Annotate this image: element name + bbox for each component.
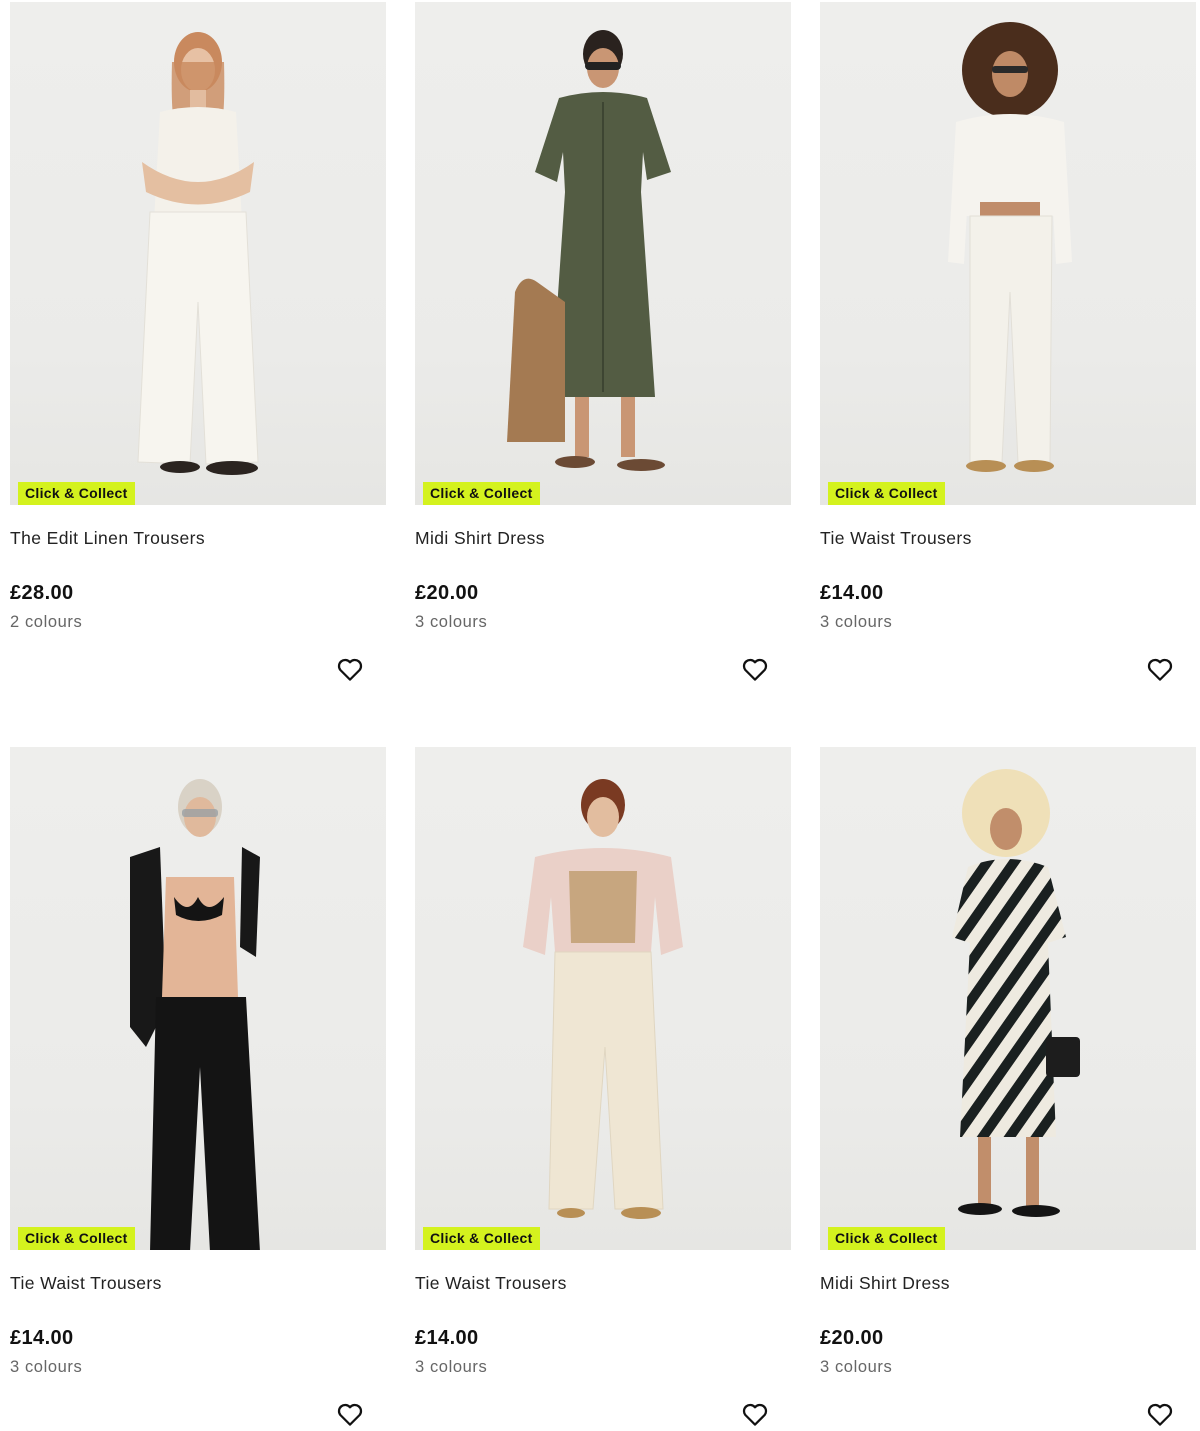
product-card[interactable]: Click & Collect Midi Shirt Dress £20.00 … bbox=[820, 747, 1196, 1426]
product-price: £28.00 bbox=[10, 582, 74, 604]
product-image[interactable]: Click & Collect bbox=[10, 2, 386, 505]
model-illustration bbox=[507, 30, 671, 471]
product-card[interactable]: Click & Collect Tie Waist Trousers £14.0… bbox=[415, 747, 791, 1426]
product-price: £14.00 bbox=[10, 1327, 74, 1349]
product-image[interactable]: Click & Collect bbox=[820, 747, 1196, 1250]
product-name[interactable]: Tie Waist Trousers bbox=[10, 1273, 162, 1294]
product-price: £14.00 bbox=[415, 1327, 479, 1349]
product-card[interactable]: Click & Collect Tie Waist Trousers £14.0… bbox=[820, 2, 1196, 681]
product-colours[interactable]: 3 colours bbox=[415, 613, 487, 632]
model-illustration bbox=[523, 779, 683, 1219]
product-colours[interactable]: 3 colours bbox=[10, 1358, 82, 1377]
heart-outline-icon bbox=[742, 1403, 768, 1426]
product-image[interactable]: Click & Collect bbox=[10, 747, 386, 1250]
product-price: £14.00 bbox=[820, 582, 884, 604]
click-collect-badge: Click & Collect bbox=[18, 1227, 135, 1250]
product-price: £20.00 bbox=[820, 1327, 884, 1349]
product-name[interactable]: The Edit Linen Trousers bbox=[10, 528, 205, 549]
wishlist-button[interactable] bbox=[738, 1397, 772, 1431]
product-name[interactable]: Tie Waist Trousers bbox=[415, 1273, 567, 1294]
click-collect-badge: Click & Collect bbox=[828, 1227, 945, 1250]
model-illustration bbox=[948, 22, 1072, 472]
click-collect-badge: Click & Collect bbox=[423, 482, 540, 505]
product-card[interactable]: Click & Collect Tie Waist Trousers £14.0… bbox=[10, 747, 386, 1426]
heart-outline-icon bbox=[1147, 658, 1173, 681]
model-illustration bbox=[137, 32, 259, 475]
product-colours[interactable]: 3 colours bbox=[820, 613, 892, 632]
click-collect-badge: Click & Collect bbox=[423, 1227, 540, 1250]
product-colours[interactable]: 2 colours bbox=[10, 613, 82, 632]
product-image[interactable]: Click & Collect bbox=[415, 2, 791, 505]
wishlist-button[interactable] bbox=[333, 1397, 367, 1431]
heart-outline-icon bbox=[1147, 1403, 1173, 1426]
heart-outline-icon bbox=[742, 658, 768, 681]
click-collect-badge: Click & Collect bbox=[18, 482, 135, 505]
heart-outline-icon bbox=[337, 1403, 363, 1426]
wishlist-button[interactable] bbox=[1143, 652, 1177, 686]
product-price: £20.00 bbox=[415, 582, 479, 604]
product-card[interactable]: Click & Collect The Edit Linen Trousers … bbox=[10, 2, 386, 681]
product-colours[interactable]: 3 colours bbox=[415, 1358, 487, 1377]
product-grid: Click & Collect The Edit Linen Trousers … bbox=[0, 0, 1200, 1429]
product-name[interactable]: Tie Waist Trousers bbox=[820, 528, 972, 549]
model-illustration bbox=[952, 769, 1080, 1217]
wishlist-button[interactable] bbox=[1143, 1397, 1177, 1431]
product-image[interactable]: Click & Collect bbox=[415, 747, 791, 1250]
wishlist-button[interactable] bbox=[738, 652, 772, 686]
product-colours[interactable]: 3 colours bbox=[820, 1358, 892, 1377]
product-image[interactable]: Click & Collect bbox=[820, 2, 1196, 505]
click-collect-badge: Click & Collect bbox=[828, 482, 945, 505]
product-card[interactable]: Click & Collect Midi Shirt Dress £20.00 … bbox=[415, 2, 791, 681]
product-name[interactable]: Midi Shirt Dress bbox=[415, 528, 545, 549]
wishlist-button[interactable] bbox=[333, 652, 367, 686]
product-name[interactable]: Midi Shirt Dress bbox=[820, 1273, 950, 1294]
heart-outline-icon bbox=[337, 658, 363, 681]
model-illustration bbox=[130, 779, 260, 1250]
